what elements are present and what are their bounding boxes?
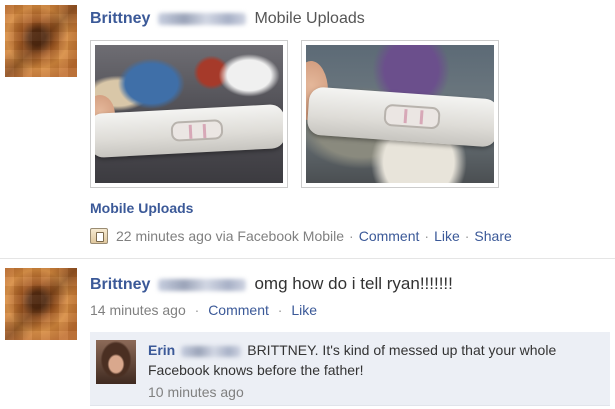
comment-content: Erin BRITTNEY. It's kind of messed up tha… — [148, 340, 598, 402]
pregnancy-test-photo — [306, 45, 494, 183]
album-title: Mobile Uploads — [254, 10, 365, 27]
story-header: Brittney Mobile Uploads — [90, 10, 365, 28]
story-meta: 14 minutes ago · Comment · Like — [90, 302, 318, 318]
author-name-link[interactable]: Brittney — [90, 276, 150, 293]
feed-story-status: Brittney omg how do i tell ryan!!!!!!! 14… — [0, 258, 615, 409]
profile-picture[interactable] — [5, 268, 77, 340]
timestamp[interactable]: 22 minutes ago via Facebook Mobile — [116, 228, 344, 244]
commenter-name-link[interactable]: Erin — [148, 342, 175, 358]
like-link[interactable]: Like — [434, 228, 460, 244]
author-name-link[interactable]: Brittney — [90, 10, 150, 27]
story-header: Brittney omg how do i tell ryan!!!!!!! — [90, 274, 453, 294]
photo-thumbnail-2[interactable] — [301, 40, 499, 188]
timestamp[interactable]: 14 minutes ago — [90, 302, 186, 318]
comment-timestamp[interactable]: 10 minutes ago — [148, 382, 598, 402]
story-divider — [0, 258, 615, 259]
profile-picture[interactable] — [5, 5, 77, 77]
comment: Erin BRITTNEY. It's kind of messed up tha… — [90, 332, 610, 406]
like-link[interactable]: Like — [291, 302, 317, 318]
commenter-avatar[interactable] — [96, 340, 136, 384]
share-link[interactable]: Share — [474, 228, 511, 244]
mobile-upload-icon — [90, 228, 108, 244]
redacted-last-name — [158, 12, 247, 25]
redacted-last-name — [158, 278, 247, 291]
feed-story-photos: Brittney Mobile Uploads Mobile Uploads 22… — [0, 0, 615, 258]
pregnancy-test-photo — [95, 45, 283, 183]
status-text: omg how do i tell ryan!!!!!!! — [254, 274, 453, 293]
photo-thumbnail-1[interactable] — [90, 40, 288, 188]
album-link[interactable]: Mobile Uploads — [90, 200, 193, 216]
story-meta: 22 minutes ago via Facebook Mobile · Com… — [90, 228, 512, 244]
comment-link[interactable]: Comment — [359, 228, 420, 244]
comment-link[interactable]: Comment — [208, 302, 269, 318]
redacted-last-name — [181, 345, 242, 357]
